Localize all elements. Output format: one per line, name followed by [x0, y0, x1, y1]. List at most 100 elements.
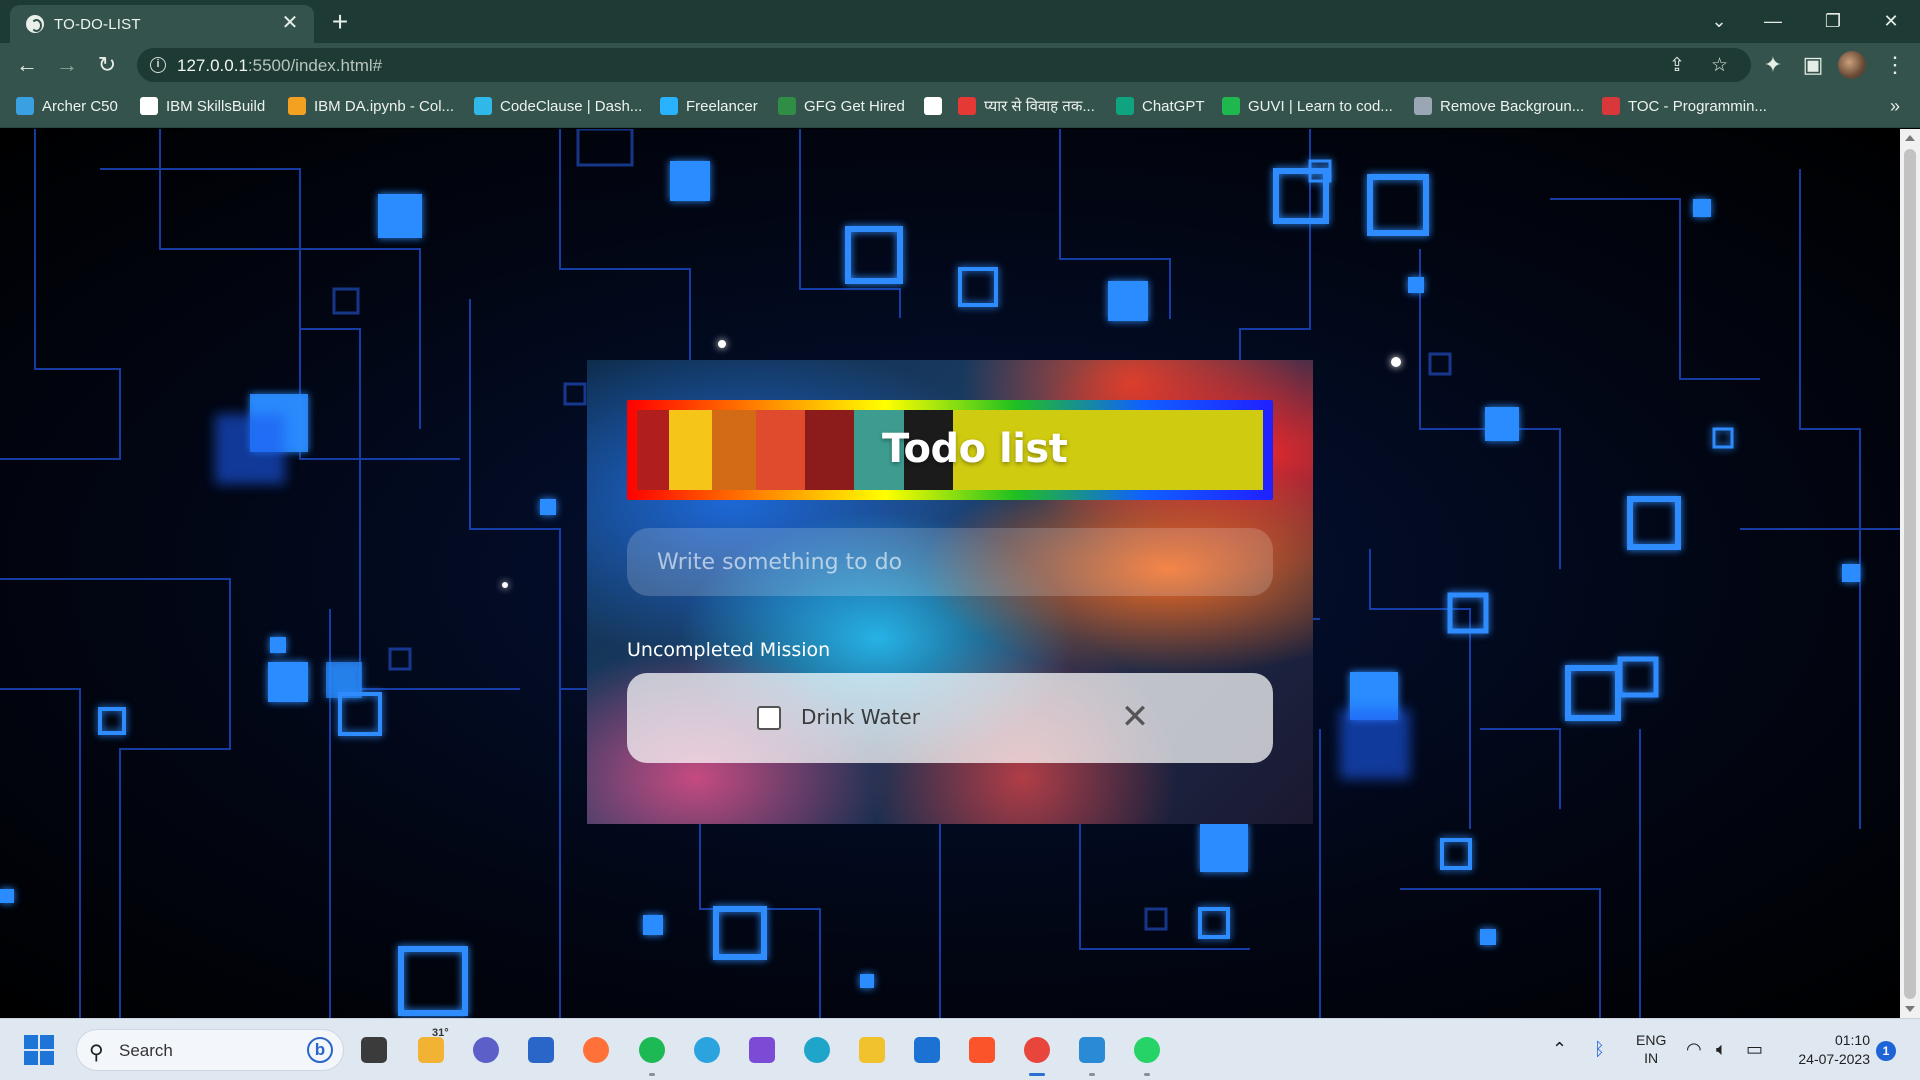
bookmark-label: IBM SkillsBuild [166, 98, 266, 115]
browser-tab-strip: TO-DO-LIST ✕ + ⌄ — ❐ ✕ [0, 0, 1920, 43]
heart-icon [958, 97, 976, 115]
bookmark-item[interactable]: ChatGPT [1116, 96, 1205, 118]
task-text: Drink Water [801, 705, 920, 729]
bookmark-label: प्यार से विवाह तक... [984, 98, 1095, 115]
forward-button[interactable]: → [52, 50, 82, 80]
back-button[interactable]: ← [12, 50, 42, 80]
remove-bg-icon [1414, 97, 1432, 115]
scroll-down-icon[interactable] [1905, 1006, 1915, 1012]
telegram-icon[interactable] [688, 1031, 726, 1069]
task-item: Drink Water ✕ [627, 673, 1273, 763]
restore-window-button[interactable]: ❐ [1810, 6, 1856, 36]
profile-avatar[interactable] [1838, 51, 1866, 79]
bookmark-item[interactable]: Freelancer [660, 96, 758, 118]
system-clock[interactable]: 01:10 24-07-2023 [1782, 1031, 1870, 1069]
extensions-puzzle-icon[interactable]: ✦ [1758, 50, 1788, 80]
microsoft-store-glyph [528, 1037, 554, 1063]
page-viewport: Todo list Uncompleted Mission Drink Wate… [0, 129, 1900, 1018]
microsoft-store-icon[interactable] [522, 1031, 560, 1069]
edge-glyph [804, 1037, 830, 1063]
mail-glyph [914, 1037, 940, 1063]
new-tab-button[interactable]: + [325, 7, 355, 37]
start-windows-icon[interactable] [24, 1035, 54, 1065]
tab-search-dropdown-icon[interactable]: ⌄ [1696, 6, 1742, 36]
bookmark-label: GUVI | Learn to cod... [1248, 98, 1393, 115]
task-checkbox[interactable] [757, 706, 781, 730]
colab-icon [288, 97, 306, 115]
bookmark-item[interactable]: TOC - Programmin... [1602, 96, 1767, 118]
clipchamp-glyph [749, 1037, 775, 1063]
bookmark-label: CodeClause | Dash... [500, 98, 643, 115]
newspaper-icon [924, 97, 942, 115]
url-text[interactable]: 127.0.0.1:5500/index.html# [177, 56, 382, 76]
bookmark-item[interactable]: GUVI | Learn to cod... [1222, 96, 1393, 118]
bookmark-star-icon[interactable]: ☆ [1711, 54, 1728, 77]
teams-glyph [473, 1037, 499, 1063]
telegram-glyph [694, 1037, 720, 1063]
taskbar-search[interactable]: ⚲ Search b [76, 1029, 344, 1071]
bookmark-item[interactable]: Remove Backgroun... [1414, 96, 1584, 118]
teams-icon[interactable] [467, 1031, 505, 1069]
bookmark-item[interactable]: Archer C50 [16, 96, 118, 118]
bookmark-item[interactable]: CodeClause | Dash... [474, 96, 642, 118]
delete-task-icon[interactable]: ✕ [1115, 697, 1155, 737]
mail-icon[interactable] [908, 1031, 946, 1069]
notification-badge[interactable]: 1 [1876, 1041, 1896, 1061]
close-tab-icon[interactable]: ✕ [278, 11, 302, 35]
brave-icon[interactable] [963, 1031, 1001, 1069]
bookmark-item[interactable]: IBM DA.ipynb - Col... [288, 96, 454, 118]
bing-icon[interactable]: b [307, 1037, 333, 1063]
chrome-icon[interactable] [1018, 1031, 1056, 1076]
browser-tab-active[interactable]: TO-DO-LIST ✕ [10, 5, 314, 43]
chrome-menu-icon[interactable]: ⋮ [1880, 50, 1910, 80]
file-explorer-icon[interactable] [853, 1031, 891, 1069]
windows-taskbar: ⚲ Search b 31° ⌃ ᛒ ENG IN ◠ 🔈︎ ▭ 01:10 2… [0, 1018, 1920, 1080]
input-language[interactable]: ENG IN [1636, 1031, 1666, 1067]
address-bar[interactable]: i 127.0.0.1:5500/index.html# ⇪ ☆ [137, 48, 1751, 82]
color-swatch [712, 410, 756, 490]
page-title: Todo list [882, 426, 1068, 472]
page-favicon-icon [26, 15, 44, 33]
spotify-icon[interactable] [633, 1031, 671, 1076]
firefox-icon[interactable] [577, 1031, 615, 1069]
gfg-icon [778, 97, 796, 115]
scrollbar-thumb[interactable] [1904, 149, 1916, 999]
vscode-icon[interactable] [1073, 1031, 1111, 1076]
bookmark-item[interactable] [924, 96, 950, 118]
side-panel-icon[interactable]: ▣ [1798, 50, 1828, 80]
bookmark-item[interactable]: GFG Get Hired [778, 96, 905, 118]
close-window-button[interactable]: ✕ [1868, 6, 1914, 36]
color-swatch [755, 410, 805, 490]
weather-temperature: 31° [432, 1027, 449, 1039]
clipchamp-icon[interactable] [743, 1031, 781, 1069]
scroll-up-icon[interactable] [1905, 135, 1915, 141]
edge-icon[interactable] [798, 1031, 836, 1069]
show-hidden-icons-chevron-icon[interactable]: ⌃ [1552, 1039, 1567, 1060]
bookmarks-overflow-icon[interactable]: » [1890, 96, 1900, 117]
codeclause-icon [474, 97, 492, 115]
volume-icon[interactable]: 🔈︎ [1716, 1039, 1727, 1060]
whatsapp-icon[interactable] [1128, 1031, 1166, 1076]
file-explorer-task-view-icon[interactable] [355, 1031, 393, 1069]
battery-icon[interactable]: ▭ [1746, 1039, 1763, 1060]
bookmark-label: TOC - Programmin... [1628, 98, 1767, 115]
spotify-glyph [639, 1037, 665, 1063]
search-icon: ⚲ [89, 1042, 104, 1064]
share-icon[interactable]: ⇪ [1669, 54, 1685, 77]
wifi-icon[interactable]: ◠ [1686, 1039, 1702, 1060]
task-input[interactable] [627, 528, 1273, 596]
bookmark-label: Remove Backgroun... [1440, 98, 1585, 115]
browser-toolbar: ← → ↻ i 127.0.0.1:5500/index.html# ⇪ ☆ ✦… [0, 43, 1920, 86]
page-scrollbar[interactable] [1900, 129, 1920, 1018]
site-info-icon[interactable]: i [150, 57, 166, 73]
minimize-window-button[interactable]: — [1750, 6, 1796, 36]
router-icon [16, 97, 34, 115]
tab-title: TO-DO-LIST [54, 16, 141, 33]
reload-button[interactable]: ↻ [92, 50, 122, 80]
chrome-glyph [1024, 1037, 1050, 1063]
color-swatch [668, 410, 713, 490]
bookmark-item[interactable]: IBM SkillsBuild [140, 96, 265, 118]
bookmark-item[interactable]: प्यार से विवाह तक... [958, 96, 1095, 118]
whatsapp-glyph [1134, 1037, 1160, 1063]
bluetooth-icon[interactable]: ᛒ [1594, 1039, 1605, 1060]
